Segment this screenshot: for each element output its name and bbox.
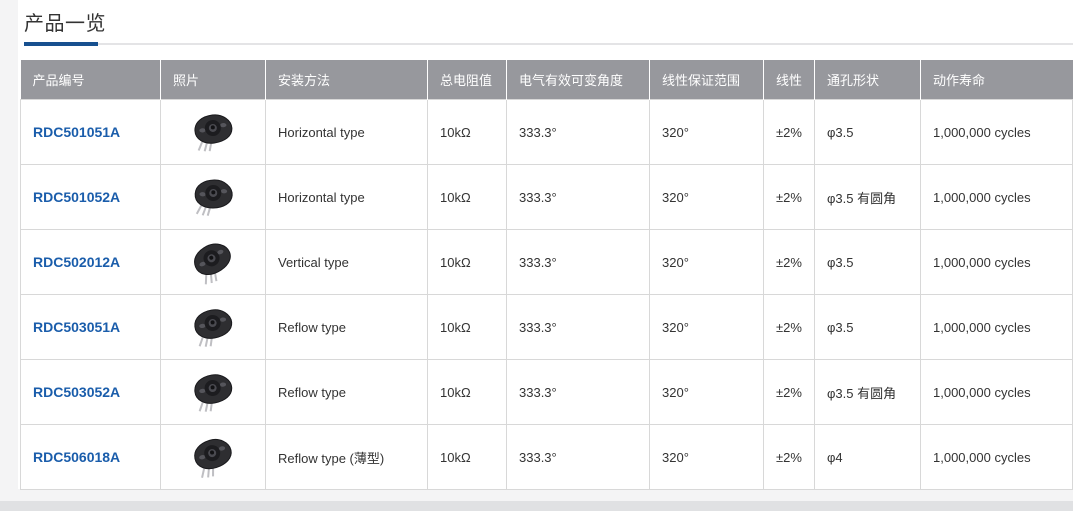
title-underline xyxy=(24,42,1073,46)
column-header-hole-shape: 通孔形状 xyxy=(815,60,921,100)
underline-accent xyxy=(24,42,98,46)
electrical-angle-cell: 333.3° xyxy=(507,100,650,165)
product-photo xyxy=(185,431,241,482)
linearity-cell: ±2% xyxy=(764,100,815,165)
mounting-cell: Vertical type xyxy=(266,230,428,295)
product-photo xyxy=(187,304,238,350)
mounting-cell: Reflow type xyxy=(266,360,428,425)
part-number-link[interactable]: RDC503051A xyxy=(33,319,120,335)
table-header-row: 产品编号 照片 安装方法 总电阻值 电气有效可变角度 线性保证范围 线性 通孔形… xyxy=(21,60,1073,100)
part-number-link[interactable]: RDC501052A xyxy=(33,189,120,205)
underline-gray xyxy=(24,43,1073,45)
linearity-cell: ±2% xyxy=(764,360,815,425)
page-bottom-strip xyxy=(0,501,1073,511)
column-header-part-number: 产品编号 xyxy=(21,60,161,100)
table-row: RDC503052A Reflow type 10kΩ 333.3° 320° … xyxy=(21,360,1073,425)
hole-shape-cell: φ3.5 有圆角 xyxy=(815,165,921,230)
life-cell: 1,000,000 cycles xyxy=(921,100,1073,165)
table-row: RDC503051A Reflow type 10kΩ 333.3° 320° … xyxy=(21,295,1073,360)
life-cell: 1,000,000 cycles xyxy=(921,360,1073,425)
product-table: 产品编号 照片 安装方法 总电阻值 电气有效可变角度 线性保证范围 线性 通孔形… xyxy=(20,60,1073,490)
column-header-mounting: 安装方法 xyxy=(266,60,428,100)
life-cell: 1,000,000 cycles xyxy=(921,425,1073,490)
hole-shape-cell: φ3.5 xyxy=(815,295,921,360)
column-header-photo: 照片 xyxy=(161,60,266,100)
mounting-cell: Reflow type (薄型) xyxy=(266,425,428,490)
linearity-cell: ±2% xyxy=(764,165,815,230)
life-cell: 1,000,000 cycles xyxy=(921,295,1073,360)
electrical-angle-cell: 333.3° xyxy=(507,360,650,425)
product-photo xyxy=(188,110,237,154)
resistance-cell: 10kΩ xyxy=(428,425,507,490)
page-title: 产品一览 xyxy=(18,0,1073,36)
electrical-angle-cell: 333.3° xyxy=(507,425,650,490)
linearity-range-cell: 320° xyxy=(650,165,764,230)
column-header-linearity-range: 线性保证范围 xyxy=(650,60,764,100)
linearity-range-cell: 320° xyxy=(650,295,764,360)
table-row: RDC501051A Horizontal type 10kΩ 333.3° 3… xyxy=(21,100,1073,165)
resistance-cell: 10kΩ xyxy=(428,100,507,165)
hole-shape-cell: φ4 xyxy=(815,425,921,490)
electrical-angle-cell: 333.3° xyxy=(507,295,650,360)
resistance-cell: 10kΩ xyxy=(428,165,507,230)
part-number-link[interactable]: RDC501051A xyxy=(33,124,120,140)
resistance-cell: 10kΩ xyxy=(428,360,507,425)
part-number-link[interactable]: RDC503052A xyxy=(33,384,120,400)
hole-shape-cell: φ3.5 xyxy=(815,230,921,295)
electrical-angle-cell: 333.3° xyxy=(507,230,650,295)
column-header-electrical-angle: 电气有效可变角度 xyxy=(507,60,650,100)
linearity-range-cell: 320° xyxy=(650,425,764,490)
product-photo xyxy=(183,234,243,291)
product-photo xyxy=(188,174,239,219)
linearity-cell: ±2% xyxy=(764,425,815,490)
part-number-link[interactable]: RDC506018A xyxy=(33,449,120,465)
mounting-cell: Horizontal type xyxy=(266,100,428,165)
table-row: RDC506018A Reflow type (薄型) 10kΩ 333.3° … xyxy=(21,425,1073,490)
table-row: RDC502012A Vertical type 10kΩ 333.3° 320… xyxy=(21,230,1073,295)
part-number-link[interactable]: RDC502012A xyxy=(33,254,120,270)
linearity-range-cell: 320° xyxy=(650,230,764,295)
mounting-cell: Horizontal type xyxy=(266,165,428,230)
resistance-cell: 10kΩ xyxy=(428,230,507,295)
resistance-cell: 10kΩ xyxy=(428,295,507,360)
life-cell: 1,000,000 cycles xyxy=(921,165,1073,230)
mounting-cell: Reflow type xyxy=(266,295,428,360)
column-header-linearity: 线性 xyxy=(764,60,815,100)
linearity-cell: ±2% xyxy=(764,230,815,295)
electrical-angle-cell: 333.3° xyxy=(507,165,650,230)
hole-shape-cell: φ3.5 有圆角 xyxy=(815,360,921,425)
product-photo xyxy=(187,369,238,415)
linearity-range-cell: 320° xyxy=(650,360,764,425)
linearity-cell: ±2% xyxy=(764,295,815,360)
content-area: 产品一览 产品编号 照片 安装方法 总电阻值 电气有效可变角度 线性保证范围 线… xyxy=(18,0,1073,489)
table-row: RDC501052A Horizontal type 10kΩ 333.3° 3… xyxy=(21,165,1073,230)
life-cell: 1,000,000 cycles xyxy=(921,230,1073,295)
hole-shape-cell: φ3.5 xyxy=(815,100,921,165)
linearity-range-cell: 320° xyxy=(650,100,764,165)
column-header-resistance: 总电阻值 xyxy=(428,60,507,100)
column-header-life: 动作寿命 xyxy=(921,60,1073,100)
